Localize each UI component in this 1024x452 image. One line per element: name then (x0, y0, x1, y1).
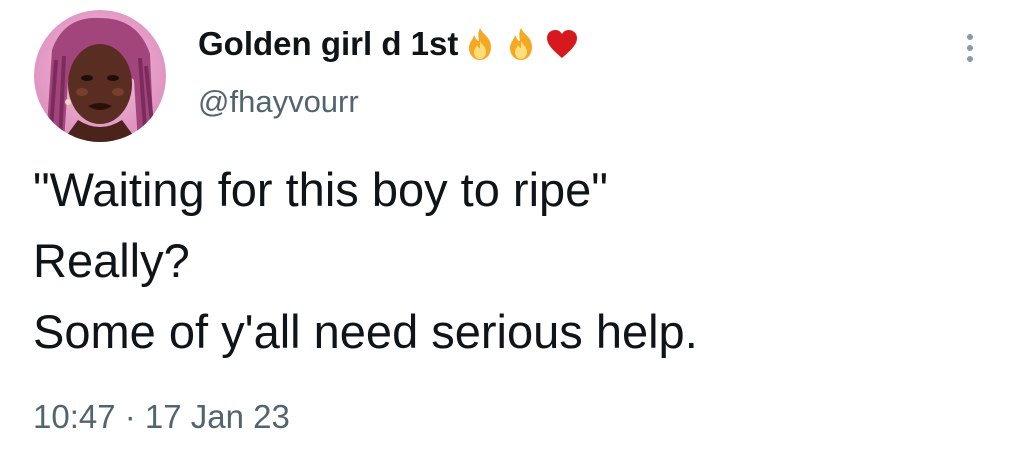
tweet-text-line: Some of y'all need serious help. (33, 305, 698, 358)
tweet-text-line: "Waiting for this boy to ripe" (33, 163, 608, 216)
tweet-card: Golden girl d 1st @fhayvourr "Waiting fo… (0, 0, 1024, 452)
tweet-timestamp: 10:47 · 17 Jan 23 (33, 398, 290, 436)
more-vertical-icon[interactable] (956, 30, 984, 66)
meta-separator: · (115, 398, 145, 435)
tweet-text: "Waiting for this boy to ripe" Really? S… (33, 154, 993, 367)
fire-emoji-icon (502, 25, 540, 63)
tweet-text-line: Really? (33, 234, 190, 287)
red-heart-emoji-icon (543, 25, 581, 63)
author-name-row: Golden girl d 1st (198, 21, 581, 67)
author-handle[interactable]: @fhayvourr (198, 84, 359, 120)
avatar[interactable] (34, 10, 166, 142)
tweet-date[interactable]: 17 Jan 23 (145, 398, 290, 435)
author-display-name[interactable]: Golden girl d 1st (198, 25, 458, 63)
tweet-time[interactable]: 10:47 (33, 398, 116, 435)
fire-emoji-icon (461, 25, 499, 63)
